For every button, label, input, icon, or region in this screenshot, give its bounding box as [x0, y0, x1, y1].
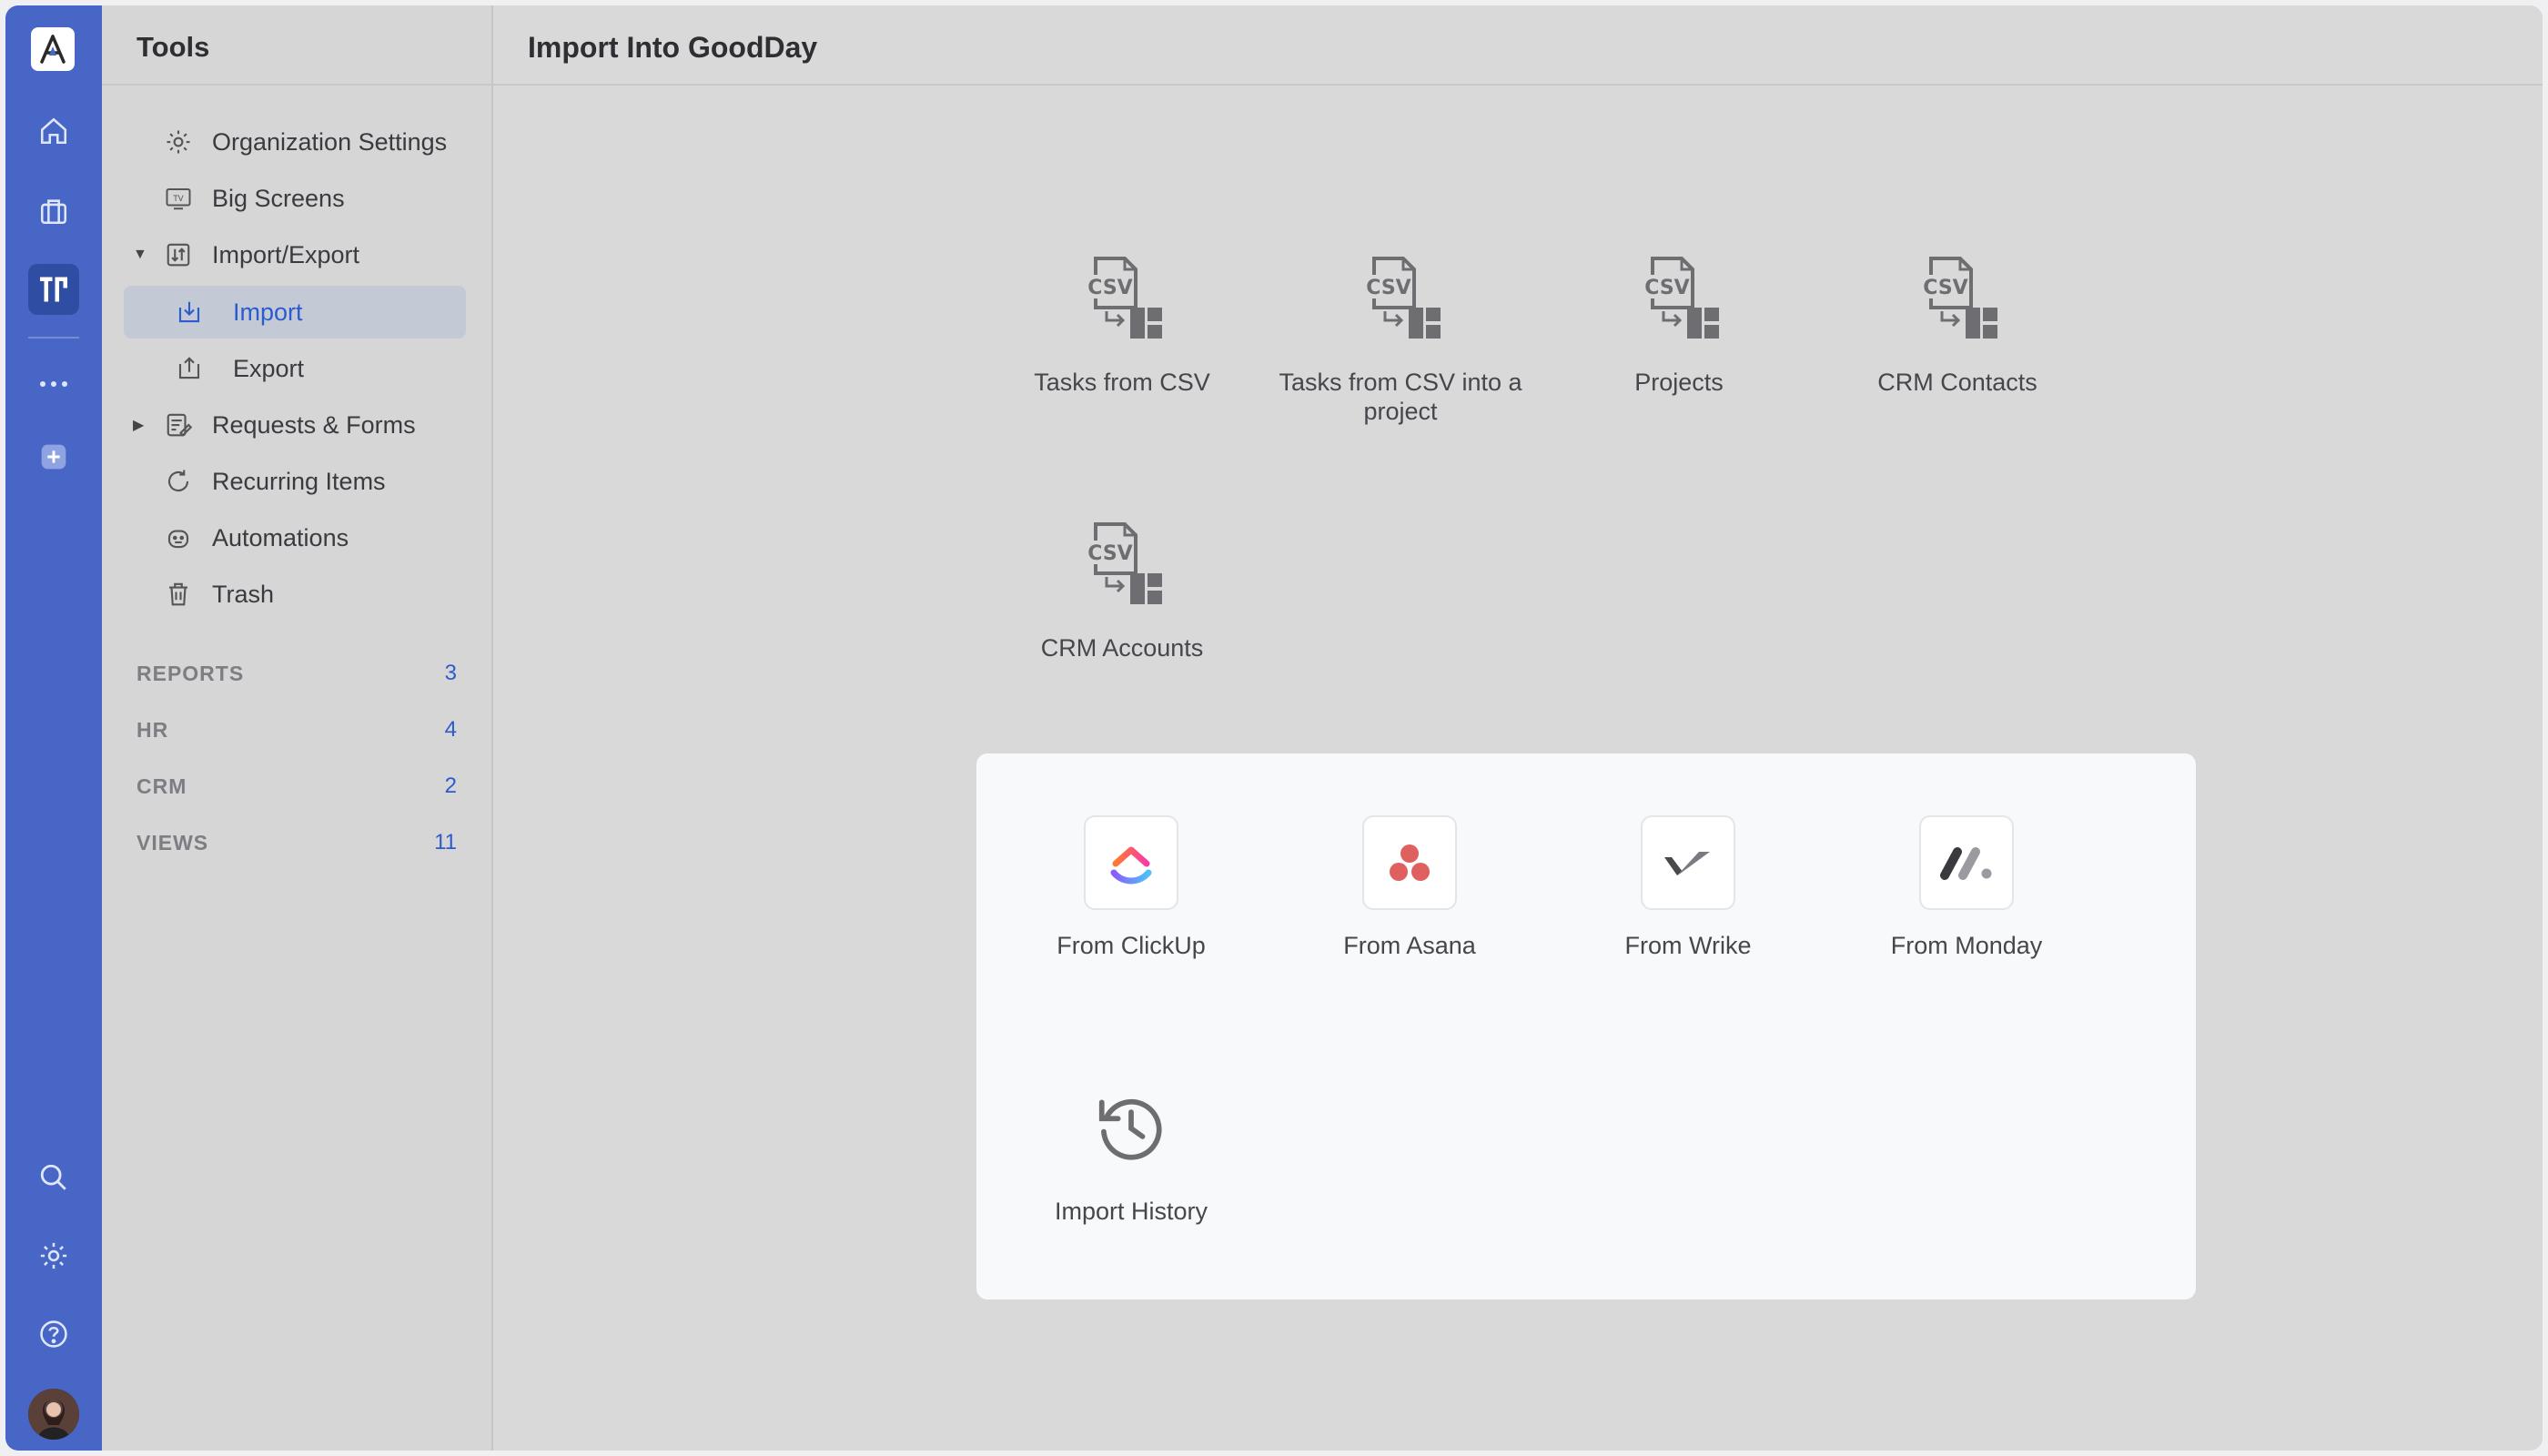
- tile-label: Projects: [1634, 369, 1724, 396]
- help-icon[interactable]: [28, 1309, 79, 1360]
- import-icon: [175, 298, 204, 327]
- section-count: 2: [444, 774, 457, 798]
- gear-icon[interactable]: [28, 1230, 79, 1281]
- svg-text:TV: TV: [172, 195, 183, 204]
- import-from-apps-panel: From ClickUp From Asana From Wrike From …: [976, 753, 2196, 1299]
- gear-icon: [164, 127, 193, 157]
- caret-down-icon[interactable]: ▼: [133, 247, 147, 263]
- import-tile-projects[interactable]: CSV Projects: [1542, 251, 1815, 397]
- sidebar-item-import-export[interactable]: ▼ Import/Export: [124, 228, 466, 281]
- sidebar-item-label: Import/Export: [212, 240, 360, 268]
- sidebar-item-trash[interactable]: Trash: [124, 568, 466, 621]
- import-history-button[interactable]: Import History: [1013, 1081, 1249, 1226]
- section-hr[interactable]: HR 4: [136, 712, 457, 748]
- csv-import-icon: CSV: [1350, 251, 1451, 351]
- app-window: Tools Organization Settings TV Big Scree…: [5, 5, 2543, 1451]
- main-content: Import Into GoodDay CSV Tasks from CSV C…: [493, 5, 2543, 1451]
- tile-label: CRM Accounts: [1040, 634, 1204, 662]
- sidebar-item-export[interactable]: Export: [124, 342, 466, 395]
- section-views[interactable]: VIEWS 11: [136, 824, 457, 861]
- import-tile-tasks-into-project[interactable]: CSV Tasks from CSV into a project: [1264, 251, 1537, 427]
- csv-label: CSV: [1366, 277, 1410, 299]
- section-count: 11: [434, 830, 457, 854]
- import-from-wrike-button[interactable]: From Wrike: [1570, 815, 1806, 960]
- section-count: 3: [444, 661, 457, 685]
- app-label: Import History: [1054, 1198, 1208, 1225]
- sidebar-item-label: Recurring Items: [212, 467, 386, 495]
- sidebar-item-automations[interactable]: Automations: [124, 511, 466, 564]
- section-label: REPORTS: [136, 661, 245, 685]
- section-reports[interactable]: REPORTS 3: [136, 655, 457, 692]
- page-title: Import Into GoodDay: [528, 31, 818, 64]
- sidebar-item-organization-settings[interactable]: Organization Settings: [124, 116, 466, 168]
- briefcase-icon[interactable]: [28, 186, 79, 237]
- csv-label: CSV: [1644, 277, 1689, 299]
- add-icon[interactable]: [28, 431, 79, 482]
- sidebar-item-import[interactable]: Import: [124, 286, 466, 339]
- clickup-icon: [1084, 815, 1178, 910]
- more-icon[interactable]: [28, 359, 79, 410]
- sidebar-item-recurring-items[interactable]: Recurring Items: [124, 455, 466, 508]
- import-tile-tasks-from-csv[interactable]: CSV Tasks from CSV: [986, 251, 1259, 397]
- trash-icon: [164, 580, 193, 609]
- goodday-logo[interactable]: [31, 27, 75, 71]
- csv-label: CSV: [1087, 542, 1132, 565]
- form-icon: [164, 410, 193, 440]
- section-crm[interactable]: CRM 2: [136, 768, 457, 804]
- sidebar-item-big-screens[interactable]: TV Big Screens: [124, 172, 466, 225]
- monday-icon: [1919, 815, 2014, 910]
- app-label: From Monday: [1890, 932, 2043, 959]
- avatar[interactable]: [28, 1389, 79, 1440]
- app-rail: [5, 5, 102, 1451]
- csv-label: CSV: [1923, 277, 1967, 299]
- import-tile-crm-contacts[interactable]: CSV CRM Contacts: [1821, 251, 2094, 397]
- sidebar-header: Tools: [102, 5, 491, 86]
- app-label: From Wrike: [1624, 932, 1752, 959]
- import-from-clickup-button[interactable]: From ClickUp: [1013, 815, 1249, 960]
- tile-label: Tasks from CSV into a project: [1279, 369, 1522, 426]
- wrike-icon: [1641, 815, 1735, 910]
- section-count: 4: [444, 717, 457, 742]
- history-icon: [1084, 1081, 1178, 1176]
- main-header: Import Into GoodDay: [493, 5, 2543, 86]
- asana-icon: [1362, 815, 1457, 910]
- export-icon: [175, 354, 204, 383]
- caret-right-icon[interactable]: ▶: [133, 416, 144, 434]
- section-label: CRM: [136, 774, 187, 798]
- tools-sidebar: Tools Organization Settings TV Big Scree…: [102, 5, 493, 1451]
- robot-icon: [164, 523, 193, 552]
- csv-import-icon: CSV: [1072, 251, 1172, 351]
- csv-import-icon: CSV: [1629, 251, 1729, 351]
- csv-import-icon: CSV: [1907, 251, 2007, 351]
- sidebar-item-label: Trash: [212, 580, 275, 608]
- sidebar-item-label: Organization Settings: [212, 127, 448, 156]
- home-icon[interactable]: [28, 106, 79, 157]
- sidebar-title: Tools: [136, 31, 210, 63]
- sidebar-item-label: Big Screens: [212, 184, 345, 212]
- tile-label: CRM Contacts: [1877, 369, 2037, 396]
- sidebar-item-label: Export: [233, 354, 305, 382]
- csv-label: CSV: [1087, 277, 1132, 299]
- recurring-icon: [164, 467, 193, 496]
- sidebar-item-requests-forms[interactable]: ▶ Requests & Forms: [124, 399, 466, 451]
- section-label: HR: [136, 717, 169, 742]
- section-label: VIEWS: [136, 830, 209, 854]
- csv-import-icon: CSV: [1072, 517, 1172, 617]
- app-label: From Asana: [1343, 932, 1476, 959]
- search-icon[interactable]: [28, 1152, 79, 1203]
- tv-icon: TV: [164, 184, 193, 213]
- sidebar-item-label: Import: [233, 298, 303, 326]
- tile-label: Tasks from CSV: [1034, 369, 1210, 396]
- tools-icon[interactable]: [28, 264, 79, 315]
- import-tile-crm-accounts[interactable]: CSV CRM Accounts: [986, 517, 1259, 662]
- import-export-icon: [164, 240, 193, 269]
- rail-divider: [28, 337, 79, 339]
- app-label: From ClickUp: [1057, 932, 1206, 959]
- sidebar-item-label: Automations: [212, 523, 349, 551]
- import-from-asana-button[interactable]: From Asana: [1291, 815, 1528, 960]
- import-from-monday-button[interactable]: From Monday: [1848, 815, 2085, 960]
- sidebar-item-label: Requests & Forms: [212, 410, 416, 439]
